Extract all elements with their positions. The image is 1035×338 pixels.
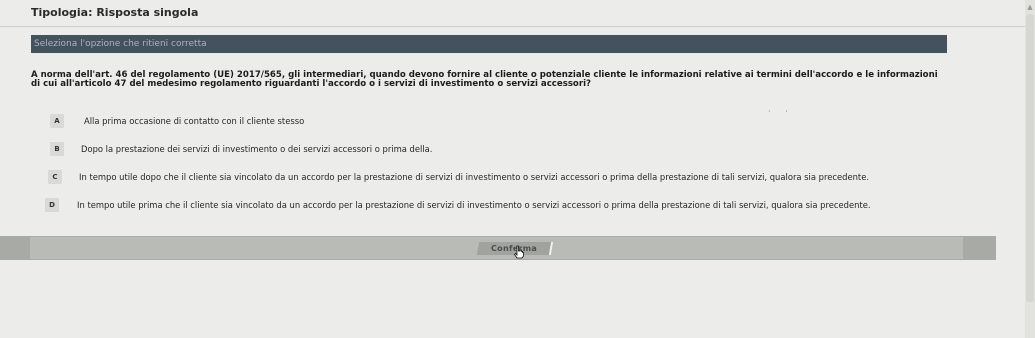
option-letter-d: D xyxy=(45,198,59,212)
option-a[interactable]: A Alla prima occasione di contatto con i… xyxy=(0,114,1035,128)
option-b[interactable]: B Dopo la prestazione dei servizi di inv… xyxy=(0,142,1035,156)
option-text-d: In tempo utile prima che il cliente sia … xyxy=(77,200,871,210)
option-text-b: Dopo la prestazione dei servizi di inves… xyxy=(81,144,433,154)
scrollbar-thumb[interactable] xyxy=(1026,14,1034,302)
option-text-a: Alla prima occasione di contatto con il … xyxy=(84,116,305,126)
hand-pointer-icon xyxy=(513,245,524,259)
question-text: A norma dell'art. 46 del regolamento (UE… xyxy=(31,70,938,89)
option-d[interactable]: D In tempo utile prima che il cliente si… xyxy=(0,198,1035,212)
option-letter-b: B xyxy=(50,142,64,156)
chevron-up-icon[interactable]: ▲ xyxy=(1026,3,1034,13)
instruction-bar: Seleziona l'opzione che ritieni corretta xyxy=(31,35,947,53)
scrollbar[interactable]: ▲ xyxy=(1025,0,1035,338)
option-text-c: In tempo utile dopo che il cliente sia v… xyxy=(79,172,870,182)
option-letter-a: A xyxy=(50,114,64,128)
option-c[interactable]: C In tempo utile dopo che il cliente sia… xyxy=(0,170,1035,184)
question-type-label: Tipologia: Risposta singola xyxy=(31,6,199,19)
header-divider xyxy=(0,26,1035,27)
option-letter-c: C xyxy=(48,170,62,184)
